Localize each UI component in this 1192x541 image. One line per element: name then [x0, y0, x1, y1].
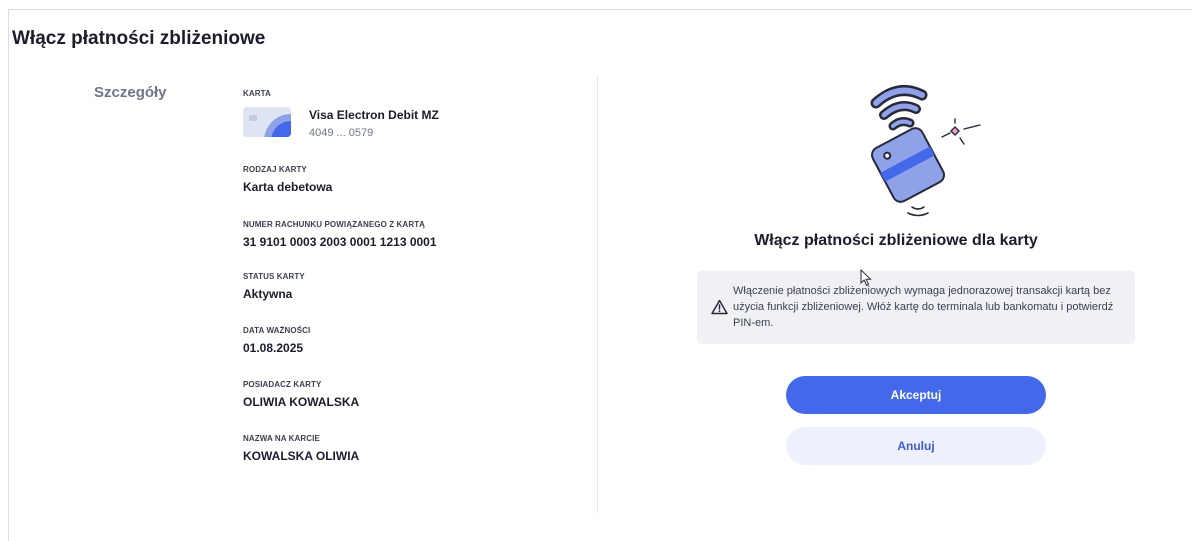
field-label: DATA WAŻNOŚCI [243, 326, 311, 335]
cancel-button[interactable]: Anuluj [786, 427, 1046, 465]
field-label: STATUS KARTY [243, 272, 305, 281]
field-value: Aktywna [243, 287, 293, 301]
card-type-field: RODZAJ KARTY Karta debetowa [243, 165, 332, 194]
card-label: KARTA [243, 89, 271, 98]
page-title: Włącz płatności zbliżeniowe [12, 28, 266, 49]
accept-button[interactable]: Akceptuj [786, 376, 1046, 414]
card-name: Visa Electron Debit MZ [309, 108, 439, 122]
card-number: 4049 ... 0579 [309, 127, 374, 139]
column-divider [597, 76, 598, 513]
info-text: Włączenie płatności zbliżeniowych wymaga… [733, 285, 1114, 329]
card-summary: Visa Electron Debit MZ 4049 ... 0579 [243, 107, 563, 141]
field-value: KOWALSKA OLIWIA [243, 449, 360, 463]
card-thumbnail-icon [243, 107, 291, 137]
field-label: NUMER RACHUNKU POWIĄZANEGO Z KARTĄ [243, 220, 426, 229]
contactless-card-icon [856, 85, 984, 219]
contactless-title: Włącz płatności zbliżeniowe dla karty [754, 232, 1038, 249]
field-label: RODZAJ KARTY [243, 165, 307, 174]
name-on-card-field: NAZWA NA KARCIE KOWALSKA OLIWIA [243, 434, 359, 463]
field-label: NAZWA NA KARCIE [243, 434, 320, 443]
card-field: KARTA [243, 89, 271, 98]
field-value: Karta debetowa [243, 180, 333, 194]
card-thumbnail [243, 107, 291, 137]
mouse-cursor-icon [860, 269, 872, 287]
field-value: OLIWIA KOWALSKA [243, 395, 360, 409]
card-status-field: STATUS KARTY Aktywna [243, 272, 305, 301]
field-label: POSIADACZ KARTY [243, 380, 322, 389]
field-value: 01.08.2025 [243, 341, 304, 355]
info-notice: Włączenie płatności zbliżeniowych wymaga… [697, 271, 1135, 344]
warning-icon [711, 299, 728, 315]
expiry-date-field: DATA WAŻNOŚCI 01.08.2025 [243, 326, 310, 355]
details-section-title: Szczegóły [94, 84, 167, 101]
account-number-field: NUMER RACHUNKU POWIĄZANEGO Z KARTĄ 31 91… [243, 220, 437, 249]
field-value: 31 9101 0003 2003 0001 1213 0001 [243, 235, 437, 249]
card-holder-field: POSIADACZ KARTY OLIWIA KOWALSKA [243, 380, 359, 409]
